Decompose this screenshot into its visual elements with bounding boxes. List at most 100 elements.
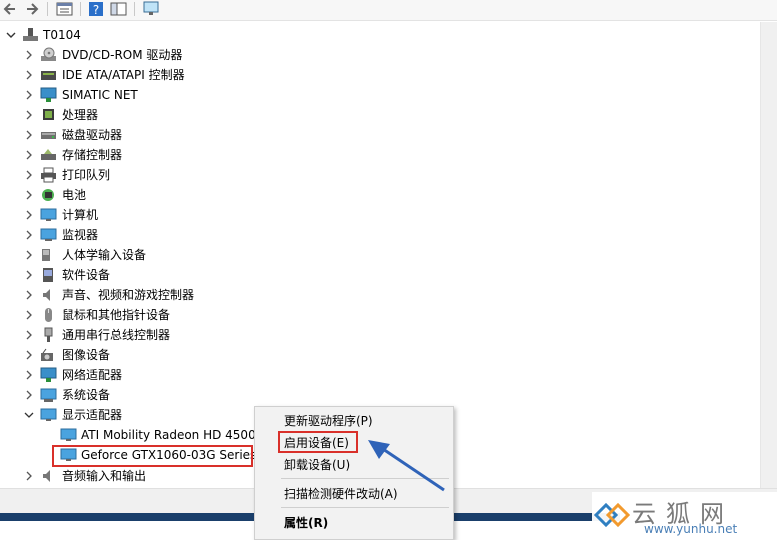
svg-text:?: ? bbox=[93, 3, 99, 17]
tree-item[interactable]: 网络适配器 bbox=[0, 365, 760, 385]
chevron-right-icon[interactable] bbox=[23, 89, 35, 101]
tree-item-label: 磁盘驱动器 bbox=[62, 128, 123, 142]
menu-item-update-driver[interactable]: 更新驱动程序(P) bbox=[255, 410, 453, 432]
tree-root-label: T0104 bbox=[43, 28, 81, 42]
chevron-right-icon[interactable] bbox=[23, 269, 35, 281]
tree-item[interactable]: 人体学输入设备 bbox=[0, 245, 760, 265]
tree-item-label: 显示适配器 bbox=[62, 408, 123, 422]
annotation-arrow-icon bbox=[368, 440, 445, 492]
chevron-right-icon[interactable] bbox=[23, 189, 35, 201]
menu-item-properties[interactable]: 属性(R) bbox=[255, 512, 453, 534]
chevron-right-icon[interactable] bbox=[23, 209, 35, 221]
chevron-down-icon[interactable] bbox=[5, 29, 17, 41]
tree-item-label: 通用串行总线控制器 bbox=[62, 328, 171, 342]
chevron-right-icon[interactable] bbox=[23, 149, 35, 161]
tree-item[interactable]: 磁盘驱动器 bbox=[0, 125, 760, 145]
highlight-box bbox=[52, 445, 253, 467]
vertical-scrollbar[interactable] bbox=[760, 22, 777, 488]
display-adapter-icon bbox=[40, 408, 57, 421]
chevron-right-icon[interactable] bbox=[23, 349, 35, 361]
back-arrow-icon[interactable] bbox=[2, 1, 18, 17]
tree-item[interactable]: 通用串行总线控制器 bbox=[0, 325, 760, 345]
tree-item-label: 系统设备 bbox=[62, 388, 111, 402]
chevron-right-icon[interactable] bbox=[23, 329, 35, 341]
network-icon bbox=[40, 87, 57, 102]
tree-item[interactable]: IDE ATA/ATAPI 控制器 bbox=[0, 65, 760, 85]
tree-item-label: 网络适配器 bbox=[62, 368, 123, 382]
tree-item[interactable]: 电池 bbox=[0, 185, 760, 205]
tree-item[interactable]: 软件设备 bbox=[0, 265, 760, 285]
tree-item-label: 声音、视频和游戏控制器 bbox=[62, 288, 195, 302]
audio-io-icon bbox=[43, 470, 50, 482]
tree-item-label: 软件设备 bbox=[62, 268, 111, 282]
computer-icon bbox=[40, 208, 57, 221]
speaker-icon bbox=[43, 289, 50, 301]
chevron-right-icon[interactable] bbox=[23, 129, 35, 141]
menu-separator bbox=[281, 507, 449, 508]
tree-item[interactable]: 处理器 bbox=[0, 105, 760, 125]
tree-item-label: 图像设备 bbox=[62, 348, 111, 362]
tree-item-label: 音频输入和输出 bbox=[62, 469, 147, 483]
tree-item[interactable]: 鼠标和其他指针设备 bbox=[0, 305, 760, 325]
computer-root-icon bbox=[23, 28, 38, 41]
monitor-icon bbox=[40, 228, 57, 241]
menu-item-label: 卸载设备(U) bbox=[284, 458, 351, 472]
chevron-right-icon[interactable] bbox=[23, 470, 35, 482]
tree-item[interactable]: 图像设备 bbox=[0, 345, 760, 365]
tree-root[interactable]: T0104 bbox=[0, 25, 760, 45]
chevron-right-icon[interactable] bbox=[23, 249, 35, 261]
chevron-down-icon[interactable] bbox=[23, 409, 35, 421]
tree-child-label: ATI Mobility Radeon HD 4500 bbox=[81, 428, 256, 442]
menu-highlight-box bbox=[278, 431, 358, 453]
software-device-icon bbox=[43, 268, 53, 282]
tree-item[interactable]: SIMATIC NET bbox=[0, 85, 760, 105]
chevron-right-icon[interactable] bbox=[23, 289, 35, 301]
system-device-icon bbox=[40, 388, 57, 402]
chevron-right-icon[interactable] bbox=[23, 389, 35, 401]
properties-icon[interactable] bbox=[56, 1, 74, 17]
help-icon[interactable]: ? bbox=[88, 1, 104, 17]
disk-drive-icon bbox=[41, 132, 56, 139]
camera-icon bbox=[41, 348, 53, 361]
network-adapter-icon bbox=[40, 367, 57, 382]
processor-icon bbox=[43, 109, 54, 120]
chevron-right-icon[interactable] bbox=[23, 49, 35, 61]
tree-item-label: IDE ATA/ATAPI 控制器 bbox=[62, 68, 185, 82]
tree-item[interactable]: 监视器 bbox=[0, 225, 760, 245]
tree-item[interactable]: 存储控制器 bbox=[0, 145, 760, 165]
tree-item[interactable]: 计算机 bbox=[0, 205, 760, 225]
chevron-right-icon[interactable] bbox=[23, 229, 35, 241]
tree-item-label: 打印队列 bbox=[62, 168, 111, 182]
usb-icon bbox=[44, 327, 53, 342]
chevron-right-icon[interactable] bbox=[23, 169, 35, 181]
tree-item-label: 监视器 bbox=[62, 228, 99, 242]
tree-item[interactable]: 声音、视频和游戏控制器 bbox=[0, 285, 760, 305]
tree-item-label: 存储控制器 bbox=[62, 148, 123, 162]
toolbar: ? bbox=[0, 0, 777, 21]
chevron-right-icon[interactable] bbox=[23, 309, 35, 321]
tree-item-label: 人体学输入设备 bbox=[62, 248, 147, 262]
watermark-url: www.yunhu.net bbox=[644, 522, 738, 536]
chevron-right-icon[interactable] bbox=[23, 109, 35, 121]
tree-item[interactable]: 系统设备 bbox=[0, 385, 760, 405]
hid-icon bbox=[42, 249, 50, 261]
tree-item[interactable]: DVD/CD-ROM 驱动器 bbox=[0, 45, 760, 65]
tree-item-label: DVD/CD-ROM 驱动器 bbox=[62, 48, 183, 62]
menu-item-label: 属性(R) bbox=[284, 516, 329, 530]
panel-icon[interactable] bbox=[110, 1, 128, 17]
tree-item-label: 处理器 bbox=[62, 108, 99, 122]
chevron-right-icon[interactable] bbox=[23, 69, 35, 81]
tree-item-label: 鼠标和其他指针设备 bbox=[62, 308, 171, 322]
tree-item[interactable]: 打印队列 bbox=[0, 165, 760, 185]
battery-icon bbox=[42, 189, 54, 201]
menu-item-label: 更新驱动程序(P) bbox=[284, 414, 373, 428]
ide-controller-icon bbox=[41, 71, 56, 80]
scan-monitor-icon[interactable] bbox=[142, 1, 160, 17]
forward-arrow-icon[interactable] bbox=[24, 1, 40, 17]
tree-item-label: 计算机 bbox=[62, 208, 99, 222]
chevron-right-icon[interactable] bbox=[23, 369, 35, 381]
printer-icon bbox=[41, 167, 56, 183]
yunhu-logo-icon bbox=[594, 502, 630, 528]
tree-item-label: 电池 bbox=[62, 188, 87, 202]
tree-item-label: SIMATIC NET bbox=[62, 88, 138, 102]
